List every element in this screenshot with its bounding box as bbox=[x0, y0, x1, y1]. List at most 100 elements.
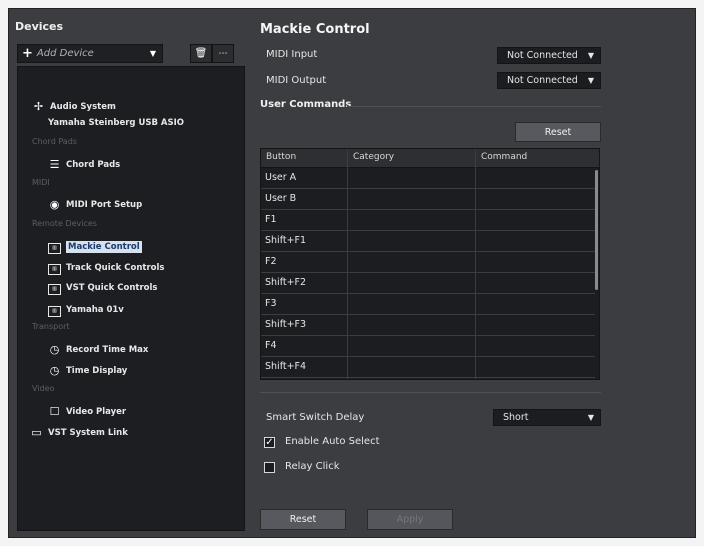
smart-switch-delay-dropdown[interactable]: Short ▼ bbox=[493, 409, 601, 426]
table-cell-button: F4 bbox=[265, 340, 277, 351]
midi-output-label: MIDI Output bbox=[266, 75, 327, 86]
apply-button[interactable]: Apply bbox=[367, 509, 453, 530]
clock-icon: ◷ bbox=[49, 343, 60, 356]
enable-auto-select-checkbox[interactable]: ✓ bbox=[264, 437, 275, 448]
tree-item-label: Yamaha Steinberg USB ASIO bbox=[48, 118, 184, 128]
table-row[interactable]: User A bbox=[261, 168, 595, 189]
remote-device-icon: ▥ bbox=[48, 302, 61, 317]
reset-button[interactable]: Reset bbox=[260, 509, 346, 530]
midi-input-label: MIDI Input bbox=[266, 49, 318, 60]
relay-click-checkbox[interactable] bbox=[264, 462, 275, 473]
add-device-label: Add Device bbox=[36, 48, 94, 59]
column-header-button[interactable]: Button bbox=[266, 152, 296, 162]
tree-item-label: MIDI Port Setup bbox=[66, 199, 143, 210]
midi-input-value: Not Connected bbox=[507, 50, 578, 61]
table-cell-button: F1 bbox=[265, 214, 277, 225]
tree-item-vst-quick-controls[interactable]: ▥ VST Quick Controls bbox=[48, 280, 158, 295]
table-row[interactable]: User B bbox=[261, 189, 595, 210]
user-commands-table: Button Category Command User A User B F1… bbox=[260, 148, 600, 380]
tree-item-record-time-max[interactable]: ◷ Record Time Max bbox=[48, 343, 149, 356]
category-midi: MIDI bbox=[32, 178, 50, 187]
tree-item-time-display[interactable]: ◷ Time Display bbox=[48, 364, 128, 377]
table-header: Button Category Command bbox=[261, 149, 599, 168]
audio-system-icon: ✢ bbox=[33, 100, 44, 113]
tree-item-audio-driver[interactable]: Yamaha Steinberg USB ASIO bbox=[48, 118, 184, 128]
user-commands-title: User Commands bbox=[260, 99, 352, 110]
tree-item-chord-pads[interactable]: ☰ Chord Pads bbox=[48, 158, 121, 171]
category-remote-devices: Remote Devices bbox=[32, 219, 97, 228]
table-cell-button: User A bbox=[265, 172, 297, 183]
clock-icon: ◷ bbox=[49, 364, 60, 377]
table-scrollbar[interactable] bbox=[595, 170, 598, 290]
smart-switch-delay-value: Short bbox=[503, 412, 529, 423]
enable-auto-select-label: Enable Auto Select bbox=[285, 436, 380, 447]
table-cell-button: User B bbox=[265, 193, 297, 204]
devices-title: Devices bbox=[15, 20, 64, 33]
smart-switch-delay-label: Smart Switch Delay bbox=[266, 412, 365, 423]
tree-item-vst-system-link[interactable]: ▭ VST System Link bbox=[30, 426, 128, 439]
checkmark-icon: ✓ bbox=[265, 437, 274, 448]
table-cell-button: F2 bbox=[265, 256, 277, 267]
video-player-icon: ☐ bbox=[49, 405, 60, 418]
table-row[interactable]: Shift+F3 bbox=[261, 315, 595, 336]
tree-item-yamaha-01v[interactable]: ▥ Yamaha 01v bbox=[48, 302, 124, 317]
chevron-down-icon: ▼ bbox=[587, 51, 594, 60]
device-settings-title: Mackie Control bbox=[260, 22, 370, 37]
midi-port-icon: ◉ bbox=[49, 198, 60, 211]
tree-item-label: VST System Link bbox=[48, 427, 128, 438]
more-options-button[interactable]: ⋯ bbox=[212, 44, 234, 63]
tree-item-label: Yamaha 01v bbox=[66, 304, 124, 315]
category-transport: Transport bbox=[32, 322, 70, 331]
tree-item-label: Time Display bbox=[66, 365, 128, 376]
tree-item-label: Mackie Control bbox=[66, 240, 142, 253]
divider bbox=[260, 392, 601, 393]
table-row[interactable]: Shift+F1 bbox=[261, 231, 595, 252]
divider bbox=[347, 106, 601, 107]
tree-item-audio-system[interactable]: ✢ Audio System bbox=[32, 100, 116, 113]
table-row[interactable]: F2 bbox=[261, 252, 595, 273]
midi-output-dropdown[interactable]: Not Connected ▼ bbox=[497, 72, 601, 89]
table-row[interactable]: F3 bbox=[261, 294, 595, 315]
column-header-category[interactable]: Category bbox=[353, 152, 394, 162]
chevron-down-icon: ▼ bbox=[587, 76, 594, 85]
tree-item-label: Chord Pads bbox=[66, 159, 121, 170]
midi-input-dropdown[interactable]: Not Connected ▼ bbox=[497, 47, 601, 64]
tree-item-label: Track Quick Controls bbox=[66, 262, 165, 273]
table-cell-button: Shift+F3 bbox=[265, 319, 307, 330]
chevron-down-icon: ▼ bbox=[149, 49, 156, 58]
tree-item-label: Record Time Max bbox=[66, 344, 149, 355]
tree-item-midi-port-setup[interactable]: ◉ MIDI Port Setup bbox=[48, 198, 142, 211]
table-row[interactable]: Shift+F2 bbox=[261, 273, 595, 294]
reset-commands-button[interactable]: Reset bbox=[515, 122, 601, 142]
add-device-dropdown[interactable]: + Add Device ▼ bbox=[17, 44, 163, 63]
tree-item-mackie-control[interactable]: ▥ Mackie Control bbox=[48, 239, 142, 254]
category-chord-pads: Chord Pads bbox=[32, 137, 77, 146]
monitor-icon: ▭ bbox=[31, 426, 42, 439]
column-header-command[interactable]: Command bbox=[481, 152, 527, 162]
remote-device-icon: ▥ bbox=[48, 239, 61, 254]
more-icon: ⋯ bbox=[218, 48, 228, 59]
plus-icon: + bbox=[22, 46, 33, 61]
table-row[interactable]: F4 bbox=[261, 336, 595, 357]
chevron-down-icon: ▼ bbox=[587, 413, 594, 422]
remote-device-icon: ▥ bbox=[48, 280, 61, 295]
remove-device-button[interactable]: 🗑 bbox=[190, 44, 212, 63]
table-row[interactable]: F1 bbox=[261, 210, 595, 231]
remote-device-icon: ▥ bbox=[48, 260, 61, 275]
tree-item-track-quick-controls[interactable]: ▥ Track Quick Controls bbox=[48, 260, 164, 275]
trash-icon: 🗑 bbox=[194, 48, 208, 59]
table-cell-button: Shift+F1 bbox=[265, 235, 307, 246]
chord-pads-icon: ☰ bbox=[49, 158, 60, 171]
midi-output-value: Not Connected bbox=[507, 75, 578, 86]
tree-item-video-player[interactable]: ☐ Video Player bbox=[48, 405, 127, 418]
devices-panel: Devices + Add Device ▼ 🗑 ⋯ ✢ Audio Syste… bbox=[13, 18, 245, 533]
table-cell-button: Shift+F4 bbox=[265, 361, 307, 372]
tree-item-label: Audio System bbox=[50, 101, 116, 112]
relay-click-label: Relay Click bbox=[285, 461, 340, 472]
tree-item-label: Video Player bbox=[66, 406, 127, 417]
table-cell-button: F3 bbox=[265, 298, 277, 309]
table-row[interactable]: Shift+F4 bbox=[261, 357, 595, 378]
category-video: Video bbox=[32, 384, 55, 393]
tree-item-label: VST Quick Controls bbox=[66, 282, 158, 293]
device-tree: ✢ Audio System Yamaha Steinberg USB ASIO… bbox=[17, 66, 245, 531]
